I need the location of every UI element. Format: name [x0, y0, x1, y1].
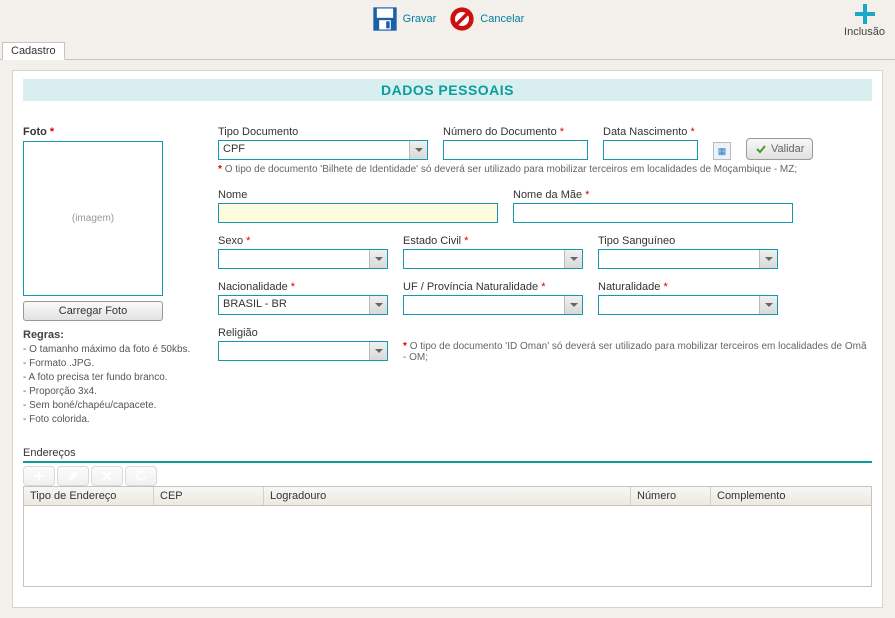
save-button[interactable]: Gravar [371, 5, 437, 33]
col-logradouro[interactable]: Logradouro [264, 487, 631, 505]
tipo-documento-label: Tipo Documento [218, 126, 428, 138]
grid-header: Tipo de Endereço CEP Logradouro Número C… [24, 487, 871, 506]
data-nascimento-input[interactable] [603, 140, 698, 160]
upload-photo-button[interactable]: Carregar Foto [23, 301, 163, 321]
nome-input[interactable] [218, 203, 498, 223]
rules-title: Regras: [23, 329, 203, 341]
validar-button[interactable]: Validar [746, 138, 813, 160]
refresh-icon [135, 470, 147, 482]
uf-naturalidade-select[interactable] [403, 295, 583, 315]
section-title: DADOS PESSOAIS [23, 79, 872, 101]
add-label: Inclusão [844, 26, 885, 38]
nacionalidade-label: Nacionalidade * [218, 281, 388, 293]
tipo-sanguineo-label: Tipo Sanguíneo [598, 235, 778, 247]
numero-documento-label: Número do Documento * [443, 126, 588, 138]
nome-label: Nome [218, 189, 498, 201]
data-nascimento-label: Data Nascimento * [603, 126, 698, 138]
cancel-label: Cancelar [480, 13, 524, 25]
form-page: DADOS PESSOAIS Foto * (imagem) Carregar … [12, 70, 883, 608]
cancel-button[interactable]: Cancelar [448, 5, 524, 33]
pencil-icon [67, 470, 79, 482]
numero-documento-input[interactable] [443, 140, 588, 160]
add-button[interactable]: Inclusão [844, 2, 885, 38]
estado-civil-select[interactable] [403, 249, 583, 269]
chevron-down-icon [409, 141, 427, 159]
photo-label: Foto * [23, 126, 203, 138]
plus-icon [33, 470, 45, 482]
top-toolbar: Gravar Cancelar Inclusão [0, 0, 895, 40]
col-numero[interactable]: Número [631, 487, 711, 505]
chevron-down-icon [759, 296, 777, 314]
religiao-label: Religião [218, 327, 388, 339]
chevron-down-icon [369, 342, 387, 360]
chevron-down-icon [369, 250, 387, 268]
grid-delete-button[interactable] [91, 466, 123, 486]
col-cep[interactable]: CEP [154, 487, 264, 505]
check-icon [755, 143, 767, 155]
photo-column: Foto * (imagem) Carregar Foto Regras: - … [23, 126, 203, 427]
grid-add-button[interactable] [23, 466, 55, 486]
tab-cadastro[interactable]: Cadastro [2, 42, 65, 60]
grid-toolbar [23, 466, 872, 486]
nome-mae-label: Nome da Mãe * [513, 189, 793, 201]
photo-rules: - O tamanho máximo da foto é 50kbs. - Fo… [23, 343, 203, 427]
tipo-documento-select[interactable]: CPF [218, 140, 428, 160]
estado-civil-label: Estado Civil * [403, 235, 583, 247]
nacionalidade-select[interactable]: BRASIL - BR [218, 295, 388, 315]
grid-body [24, 506, 871, 586]
plus-icon [853, 2, 877, 26]
chevron-down-icon [369, 296, 387, 314]
nome-mae-input[interactable] [513, 203, 793, 223]
chevron-down-icon [564, 296, 582, 314]
col-complemento[interactable]: Complemento [711, 487, 871, 505]
religiao-note: * O tipo de documento 'ID Oman' só dever… [403, 327, 872, 363]
naturalidade-select[interactable] [598, 295, 778, 315]
save-icon [371, 5, 399, 33]
sexo-select[interactable] [218, 249, 388, 269]
address-grid: Tipo de Endereço CEP Logradouro Número C… [23, 486, 872, 587]
photo-placeholder: (imagem) [23, 141, 163, 296]
chevron-down-icon [564, 250, 582, 268]
cancel-icon [448, 5, 476, 33]
naturalidade-label: Naturalidade * [598, 281, 778, 293]
tipo-sanguineo-select[interactable] [598, 249, 778, 269]
doc-note: * O tipo de documento 'Bilhete de Identi… [218, 164, 872, 175]
grid-edit-button[interactable] [57, 466, 89, 486]
sexo-label: Sexo * [218, 235, 388, 247]
save-label: Gravar [403, 13, 437, 25]
fields-column: Tipo Documento CPF Número do Documento *… [218, 126, 872, 427]
religiao-select[interactable] [218, 341, 388, 361]
x-icon [101, 470, 113, 482]
uf-naturalidade-label: UF / Província Naturalidade * [403, 281, 583, 293]
grid-refresh-button[interactable] [125, 466, 157, 486]
col-tipo[interactable]: Tipo de Endereço [24, 487, 154, 505]
tab-strip: Cadastro [0, 40, 895, 60]
enderecos-title: Endereços [23, 447, 872, 463]
calendar-icon[interactable]: ▦ [713, 142, 731, 160]
chevron-down-icon [759, 250, 777, 268]
